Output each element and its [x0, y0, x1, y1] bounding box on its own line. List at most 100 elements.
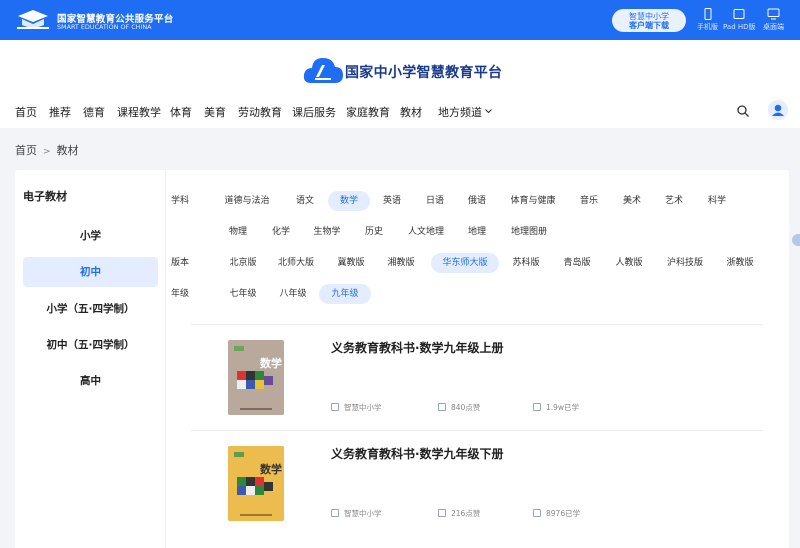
- brand-logo-icon[interactable]: [14, 8, 52, 32]
- book-card[interactable]: 数学 义务教育教科书·数学九年级上册 智慧中小学 840点赞 1.9w已学: [191, 330, 763, 436]
- user-avatar[interactable]: [768, 100, 788, 120]
- publisher-icon: [331, 509, 339, 517]
- nav-item-sports[interactable]: 体育: [170, 104, 192, 120]
- monitor-icon: [767, 8, 780, 20]
- grade-label: 年级: [171, 289, 190, 299]
- study-icon: [533, 509, 541, 517]
- book-card[interactable]: 数学 义务教育教科书·数学九年级下册 智慧中小学 216点赞 8976已学: [191, 436, 763, 542]
- subject-option[interactable]: 化学: [263, 222, 299, 242]
- chevron-down-icon[interactable]: [485, 109, 492, 114]
- subject-option[interactable]: 俄语: [459, 191, 495, 211]
- subject-option[interactable]: 艺术: [656, 191, 692, 211]
- edition-option-selected[interactable]: 华东师大版: [431, 253, 499, 273]
- subject-option[interactable]: 历史: [356, 222, 392, 242]
- edition-option[interactable]: 湘教版: [382, 253, 420, 273]
- edition-option[interactable]: 北师大版: [272, 253, 320, 273]
- cover-title: 数学: [260, 462, 282, 476]
- breadcrumb-current: 教材: [56, 144, 79, 157]
- book-publisher: 智慧中小学: [331, 402, 382, 413]
- site-logo-icon[interactable]: [301, 53, 345, 87]
- subject-option[interactable]: 英语: [374, 191, 410, 211]
- tablet-icon: [733, 9, 745, 19]
- sidebar-item-primary-54[interactable]: 小学（五·四学制）: [23, 294, 158, 324]
- book-learners: 1.9w已学: [533, 402, 579, 413]
- mobile-version-label: 手机版: [697, 23, 718, 31]
- mobile-version-link[interactable]: 手机版: [697, 8, 718, 32]
- phone-icon: [704, 8, 711, 20]
- nav-item-arts[interactable]: 美育: [204, 104, 226, 120]
- breadcrumb: 首页 > 教材: [15, 142, 79, 158]
- nav-item-family[interactable]: 家庭教育: [346, 104, 390, 120]
- side-float-tab[interactable]: [792, 234, 800, 246]
- likes-count: 216点赞: [451, 509, 481, 518]
- thumbs-up-icon: [438, 509, 446, 517]
- brand-name-en: SMART EDUCATION OF CHINA: [57, 23, 152, 31]
- math-cover-art: 数学: [228, 446, 284, 521]
- breadcrumb-home[interactable]: 首页: [15, 144, 37, 157]
- edition-option[interactable]: 人教版: [610, 253, 648, 273]
- thumbs-up-icon: [438, 403, 446, 411]
- edition-option[interactable]: 苏科版: [507, 253, 545, 273]
- nav-item-local[interactable]: 地方频道: [438, 104, 482, 120]
- edition-option[interactable]: 青岛版: [558, 253, 596, 273]
- edition-option[interactable]: 冀教版: [332, 253, 370, 273]
- grade-option[interactable]: 七年级: [223, 284, 263, 304]
- edition-label: 版本: [171, 258, 190, 268]
- edition-option[interactable]: 沪科技版: [661, 253, 709, 273]
- edition-option[interactable]: 浙教版: [721, 253, 759, 273]
- book-learners: 8976已学: [533, 508, 580, 519]
- nav-item-afterclass[interactable]: 课后服务: [292, 104, 336, 120]
- subject-option[interactable]: 地理图册: [505, 222, 553, 242]
- desktop-version-link[interactable]: 桌面端: [763, 8, 784, 32]
- subject-option[interactable]: 语文: [287, 191, 323, 211]
- book-cover-image[interactable]: 数学: [228, 340, 284, 415]
- sidebar-item-senior[interactable]: 高中: [23, 366, 158, 396]
- edition-option[interactable]: 北京版: [224, 253, 262, 273]
- subject-option[interactable]: 道德与法治: [218, 191, 276, 211]
- subject-option-selected[interactable]: 数学: [328, 191, 370, 211]
- sidebar-item-primary[interactable]: 小学: [23, 221, 158, 251]
- search-icon[interactable]: [737, 105, 749, 117]
- site-title: 国家中小学智慧教育平台: [345, 65, 503, 81]
- book-title[interactable]: 义务教育教科书·数学九年级下册: [331, 445, 504, 462]
- client-download-line2: 客户端下载: [629, 21, 669, 30]
- grade-option[interactable]: 八年级: [273, 284, 313, 304]
- cover-title: 数学: [260, 356, 282, 370]
- subject-option[interactable]: 物理: [220, 222, 256, 242]
- study-icon: [533, 403, 541, 411]
- subject-option[interactable]: 科学: [699, 191, 735, 211]
- likes-count: 840点赞: [451, 403, 481, 412]
- sidebar-item-junior[interactable]: 初中: [23, 257, 158, 287]
- nav-item-moral[interactable]: 德育: [83, 104, 105, 120]
- subject-option[interactable]: 音乐: [571, 191, 607, 211]
- publisher-label: 智慧中小学: [344, 403, 382, 412]
- divider: [191, 430, 763, 431]
- divider: [191, 324, 763, 325]
- grade-option-selected[interactable]: 九年级: [319, 284, 371, 304]
- sidebar: 电子教材 小学 初中 小学（五·四学制） 初中（五·四学制） 高中: [15, 170, 166, 548]
- nav-item-courses[interactable]: 课程教学: [117, 104, 161, 120]
- nav-item-textbooks[interactable]: 教材: [400, 104, 422, 120]
- book-cover-image[interactable]: 数学: [228, 446, 284, 521]
- subject-option[interactable]: 地理: [459, 222, 495, 242]
- nav-item-labor[interactable]: 劳动教育: [238, 104, 282, 120]
- subject-option[interactable]: 人文地理: [402, 222, 450, 242]
- pad-version-link[interactable]: Pad HD版: [723, 8, 756, 32]
- nav-item-recommend[interactable]: 推荐: [49, 104, 71, 120]
- top-bar: 国家智慧教育公共服务平台 SMART EDUCATION OF CHINA 智慧…: [0, 0, 800, 40]
- subject-label: 学科: [171, 196, 190, 206]
- client-download-button[interactable]: 智慧中小学 客户端下载: [612, 9, 686, 32]
- sidebar-item-junior-54[interactable]: 初中（五·四学制）: [23, 330, 158, 360]
- sidebar-title: 电子教材: [23, 190, 67, 203]
- book-title[interactable]: 义务教育教科书·数学九年级上册: [331, 339, 504, 356]
- breadcrumb-separator: >: [43, 147, 51, 157]
- publisher-label: 智慧中小学: [344, 509, 382, 518]
- subject-option[interactable]: 生物学: [306, 222, 348, 242]
- subject-option[interactable]: 美术: [614, 191, 650, 211]
- book-publisher: 智慧中小学: [331, 508, 382, 519]
- subject-option[interactable]: 体育与健康: [504, 191, 562, 211]
- subject-option[interactable]: 日语: [417, 191, 453, 211]
- desktop-version-label: 桌面端: [763, 23, 784, 31]
- nav-item-home[interactable]: 首页: [15, 104, 37, 120]
- learners-count: 8976已学: [546, 509, 581, 518]
